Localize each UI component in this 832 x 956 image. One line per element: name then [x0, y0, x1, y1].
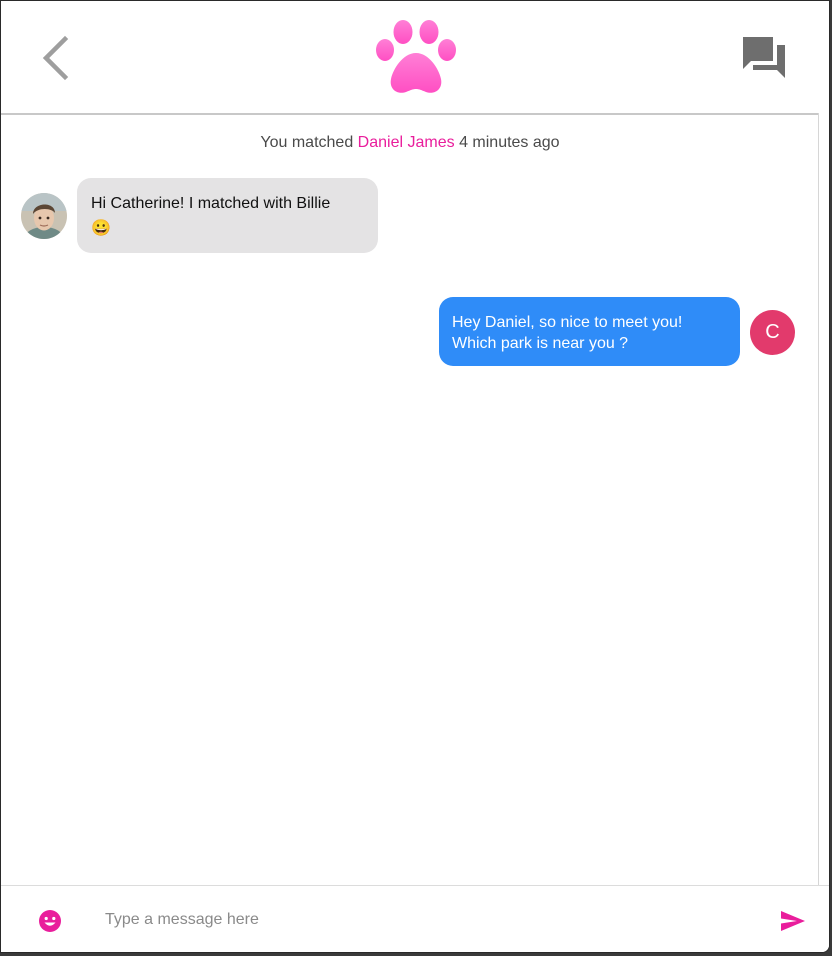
send-icon: [781, 911, 805, 931]
scrollbar[interactable]: [818, 113, 829, 885]
forum-icon: [743, 37, 785, 78]
message-composer: [1, 885, 829, 952]
chat-window: You matched Daniel James 4 minutes ago H…: [0, 0, 830, 953]
user-avatar[interactable]: C: [750, 310, 795, 355]
outgoing-message-line-1: Hey Daniel, so nice to meet you!: [452, 314, 683, 331]
grinning-emoji: 😀: [91, 220, 111, 237]
incoming-message-bubble: Hi Catherine! I matched with Billie 😀: [77, 178, 378, 253]
send-button[interactable]: [779, 909, 807, 933]
person-photo-icon: [21, 193, 67, 239]
smiley-icon: [39, 910, 61, 932]
contact-avatar[interactable]: [21, 193, 67, 239]
match-prefix: You matched: [260, 134, 354, 151]
message-input[interactable]: [93, 902, 733, 938]
incoming-message-text: Hi Catherine! I matched with Billie: [91, 195, 331, 212]
match-time: 4 minutes ago: [459, 134, 560, 151]
outgoing-message-bubble: Hey Daniel, so nice to meet you! Which p…: [439, 297, 740, 366]
app-header: [1, 1, 819, 115]
conversations-button[interactable]: [739, 34, 789, 82]
back-button[interactable]: [35, 33, 75, 83]
paw-logo: [373, 19, 459, 95]
emoji-button[interactable]: [38, 909, 62, 933]
matched-user-name[interactable]: Daniel James: [358, 134, 455, 151]
paw-print-icon: [376, 20, 456, 93]
outgoing-message-line-2: Which park is near you ?: [452, 335, 629, 352]
chevron-left-icon: [42, 35, 69, 81]
match-notice: You matched Daniel James 4 minutes ago: [1, 134, 819, 152]
